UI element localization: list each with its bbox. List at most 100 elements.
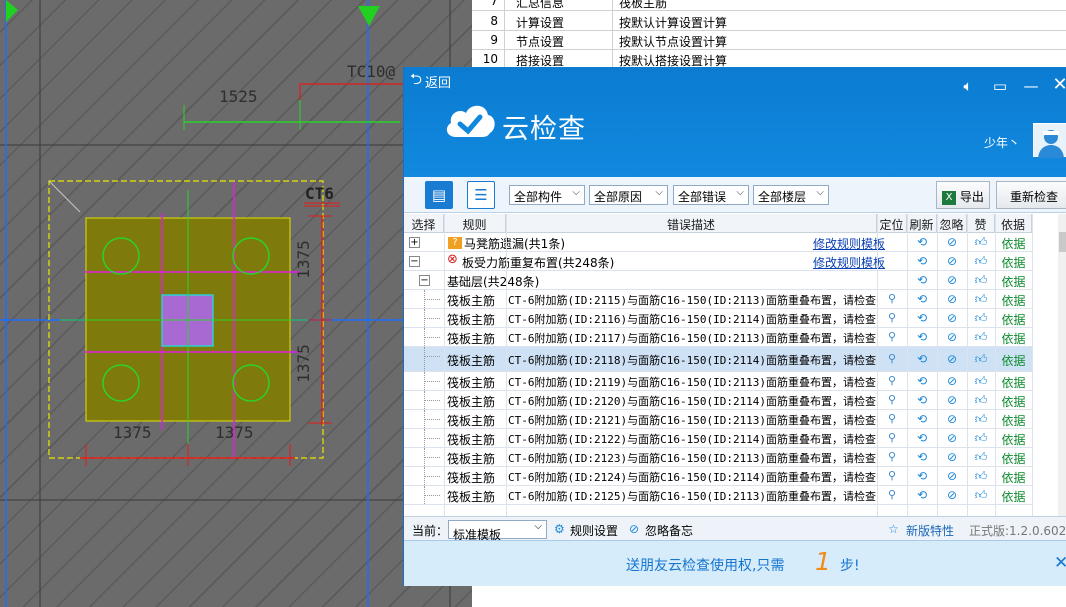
thumbs-up-icon[interactable]: 👍︎ <box>967 391 995 410</box>
ignore-icon[interactable]: ⊘ <box>937 467 967 486</box>
refresh-icon[interactable]: ⟲ <box>907 448 937 467</box>
col-refresh[interactable]: 刷新 <box>907 214 937 233</box>
basis-link[interactable]: 依据 <box>995 448 1032 467</box>
thumbs-up-icon[interactable]: 👍︎ <box>967 328 995 347</box>
cad-canvas[interactable]: 1525 1375 1375 1375 1375 CT6 TC10@ <box>0 0 472 607</box>
ignore-icon[interactable]: ⊘ <box>937 372 967 391</box>
ignore-icon[interactable]: ⊘ <box>937 448 967 467</box>
locate-icon[interactable]: ⚲ <box>877 328 907 347</box>
thumbs-up-icon[interactable]: 👍︎ <box>967 486 995 505</box>
basis-link[interactable]: 依据 <box>995 429 1032 448</box>
recheck-button[interactable]: 重新检查 <box>996 181 1066 209</box>
ignore-icon[interactable]: ⊘ <box>937 391 967 410</box>
edit-rule-template-link[interactable]: 修改规则模板 <box>813 252 885 271</box>
thumbs-up-icon[interactable]: 👍︎ <box>967 410 995 429</box>
export-button[interactable]: X 导出 <box>936 181 990 209</box>
refresh-icon[interactable]: ⟲ <box>907 347 937 366</box>
thumbs-up-icon[interactable]: 👍︎ <box>967 309 995 328</box>
filter-reason-select[interactable]: 全部原因 ⌵ <box>589 185 668 205</box>
locate-icon[interactable]: ⚲ <box>877 448 907 467</box>
template-select[interactable]: 标准模板 ⌵ <box>448 520 547 542</box>
avatar[interactable] <box>1033 123 1066 158</box>
filter-component-select[interactable]: 全部构件 ⌵ <box>509 185 585 205</box>
thumbs-up-icon[interactable]: 👍︎ <box>967 347 995 366</box>
thumbs-up-icon[interactable]: 👍︎ <box>967 233 995 252</box>
message-icon[interactable]: ▭ <box>989 77 1011 95</box>
edit-rule-template-link[interactable]: 修改规则模板 <box>813 233 885 252</box>
locate-icon[interactable]: ⚲ <box>877 347 907 366</box>
thumbs-up-icon[interactable]: 👍︎ <box>967 429 995 448</box>
scroll-thumb[interactable] <box>1059 232 1066 252</box>
refresh-icon[interactable]: ⟲ <box>907 429 937 448</box>
ignore-icon[interactable]: ⊘ <box>937 410 967 429</box>
ignore-icon[interactable]: ⊘ <box>937 233 967 252</box>
back-button[interactable]: ⮌ 返回 <box>410 70 451 91</box>
refresh-icon[interactable]: ⟲ <box>907 410 937 429</box>
basis-link[interactable]: 依据 <box>995 252 1032 271</box>
ignore-icon[interactable]: ⊘ <box>937 252 967 271</box>
rule-settings-link[interactable]: 规则设置 <box>570 522 618 539</box>
thumbs-up-icon[interactable]: 👍︎ <box>967 448 995 467</box>
refresh-icon[interactable]: ⟲ <box>907 233 937 252</box>
thumbs-up-icon[interactable]: 👍︎ <box>967 252 995 271</box>
ignore-icon[interactable]: ⊘ <box>937 309 967 328</box>
thumbs-up-icon[interactable]: 👍︎ <box>967 271 995 290</box>
list-view-tab[interactable]: ▤ <box>425 181 453 209</box>
ignore-notes-link[interactable]: 忽略备忘 <box>645 522 693 539</box>
basis-link[interactable]: 依据 <box>995 372 1032 391</box>
locate-icon[interactable]: ⚲ <box>877 486 907 505</box>
basis-link[interactable]: 依据 <box>995 271 1032 290</box>
basis-link[interactable]: 依据 <box>995 410 1032 429</box>
locate-icon[interactable]: ⚲ <box>877 391 907 410</box>
new-features-link[interactable]: 新版特性 <box>906 522 954 539</box>
promo-banner[interactable]: 送朋友云检查使用权,只需 1 步! ✕ <box>404 540 1066 586</box>
locate-icon[interactable]: ⚲ <box>877 309 907 328</box>
ignore-icon[interactable]: ⊘ <box>937 486 967 505</box>
refresh-icon[interactable]: ⟲ <box>907 328 937 347</box>
refresh-icon[interactable]: ⟲ <box>907 271 937 290</box>
basis-link[interactable]: 依据 <box>995 467 1032 486</box>
refresh-icon[interactable]: ⟲ <box>907 391 937 410</box>
collapse-toggle[interactable]: − <box>419 275 430 286</box>
ignore-icon[interactable]: ⊘ <box>937 328 967 347</box>
tree-view-tab[interactable]: ☰ <box>467 181 495 209</box>
expand-toggle[interactable]: + <box>409 237 420 248</box>
locate-icon[interactable]: ⚲ <box>877 372 907 391</box>
refresh-icon[interactable]: ⟲ <box>907 372 937 391</box>
ignore-icon[interactable]: ⊘ <box>937 290 967 309</box>
locate-icon[interactable]: ⚲ <box>877 290 907 309</box>
locate-icon[interactable]: ⚲ <box>877 429 907 448</box>
col-select[interactable]: 选择 <box>404 214 444 233</box>
col-description[interactable]: 错误描述 <box>506 214 877 233</box>
filter-error-select[interactable]: 全部错误 ⌵ <box>673 185 749 205</box>
basis-link[interactable]: 依据 <box>995 347 1032 366</box>
property-row[interactable]: 7 汇总信息 筏板主筋 <box>472 0 1066 11</box>
refresh-icon[interactable]: ⟲ <box>907 309 937 328</box>
filter-floor-select[interactable]: 全部楼层 ⌵ <box>753 185 829 205</box>
col-like[interactable]: 赞 <box>967 214 995 233</box>
refresh-icon[interactable]: ⟲ <box>907 486 937 505</box>
collapse-toggle[interactable]: − <box>409 256 420 267</box>
refresh-icon[interactable]: ⟲ <box>907 290 937 309</box>
locate-icon[interactable]: ⚲ <box>877 467 907 486</box>
basis-link[interactable]: 依据 <box>995 486 1032 505</box>
basis-link[interactable]: 依据 <box>995 290 1032 309</box>
locate-icon[interactable]: ⚲ <box>877 410 907 429</box>
refresh-icon[interactable]: ⟲ <box>907 467 937 486</box>
thumbs-up-icon[interactable]: 👍︎ <box>967 290 995 309</box>
thumbs-up-icon[interactable]: 👍︎ <box>967 467 995 486</box>
col-locate[interactable]: 定位 <box>877 214 907 233</box>
property-row[interactable]: 8 计算设置 按默认计算设置计算 <box>472 12 1066 31</box>
sound-icon[interactable]: 🔈︎ <box>957 77 979 95</box>
thumbs-up-icon[interactable]: 👍︎ <box>967 372 995 391</box>
close-icon[interactable]: ✕ <box>1049 74 1066 95</box>
ignore-icon[interactable]: ⊘ <box>937 347 967 366</box>
basis-link[interactable]: 依据 <box>995 233 1032 252</box>
col-ignore[interactable]: 忽略 <box>937 214 967 233</box>
vertical-scrollbar[interactable] <box>1032 214 1066 516</box>
ignore-icon[interactable]: ⊘ <box>937 271 967 290</box>
col-basis[interactable]: 依据 <box>995 214 1032 233</box>
basis-link[interactable]: 依据 <box>995 328 1032 347</box>
refresh-icon[interactable]: ⟲ <box>907 252 937 271</box>
ignore-icon[interactable]: ⊘ <box>937 429 967 448</box>
